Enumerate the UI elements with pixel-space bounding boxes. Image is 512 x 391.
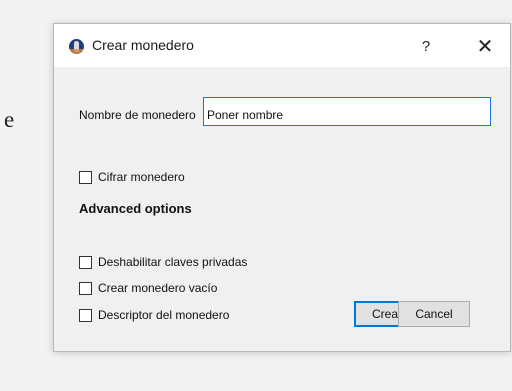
desktop-background: e Crear monedero ? ✕ Nombre de monedero … [0,0,512,391]
blank-wallet-label: Crear monedero vacío [98,281,218,295]
blank-wallet-checkbox[interactable]: Crear monedero vacío [79,280,217,296]
encrypt-wallet-checkbox-box[interactable] [79,170,92,184]
background-partial-text: e [4,107,15,132]
cancel-button[interactable]: Cancel [398,301,470,327]
blank-wallet-checkbox-box[interactable] [79,281,92,295]
disable-private-keys-checkbox[interactable]: Deshabilitar claves privadas [79,254,247,270]
wallet-name-input[interactable] [203,97,491,126]
bitcoin-core-icon [69,39,84,54]
disable-private-keys-checkbox-box[interactable] [79,255,92,269]
descriptor-wallet-checkbox[interactable]: Descriptor del monedero [79,307,229,323]
disable-private-keys-label: Deshabilitar claves privadas [98,255,248,269]
window-title: Crear monedero [92,37,194,53]
advanced-options-title: Advanced options [79,201,192,216]
encrypt-wallet-label: Cifrar monedero [98,170,185,184]
help-button[interactable]: ? [412,35,440,59]
encrypt-wallet-checkbox[interactable]: Cifrar monedero [79,169,185,185]
dialog-titlebar: Crear monedero ? ✕ [54,24,510,67]
create-wallet-dialog: Crear monedero ? ✕ Nombre de monedero Ci… [53,23,511,352]
wallet-name-label: Nombre de monedero [79,108,196,122]
dialog-content: Nombre de monedero Cifrar monedero Advan… [54,67,510,351]
descriptor-wallet-checkbox-box[interactable] [79,308,92,322]
descriptor-wallet-label: Descriptor del monedero [98,308,230,322]
close-button[interactable]: ✕ [471,35,499,59]
